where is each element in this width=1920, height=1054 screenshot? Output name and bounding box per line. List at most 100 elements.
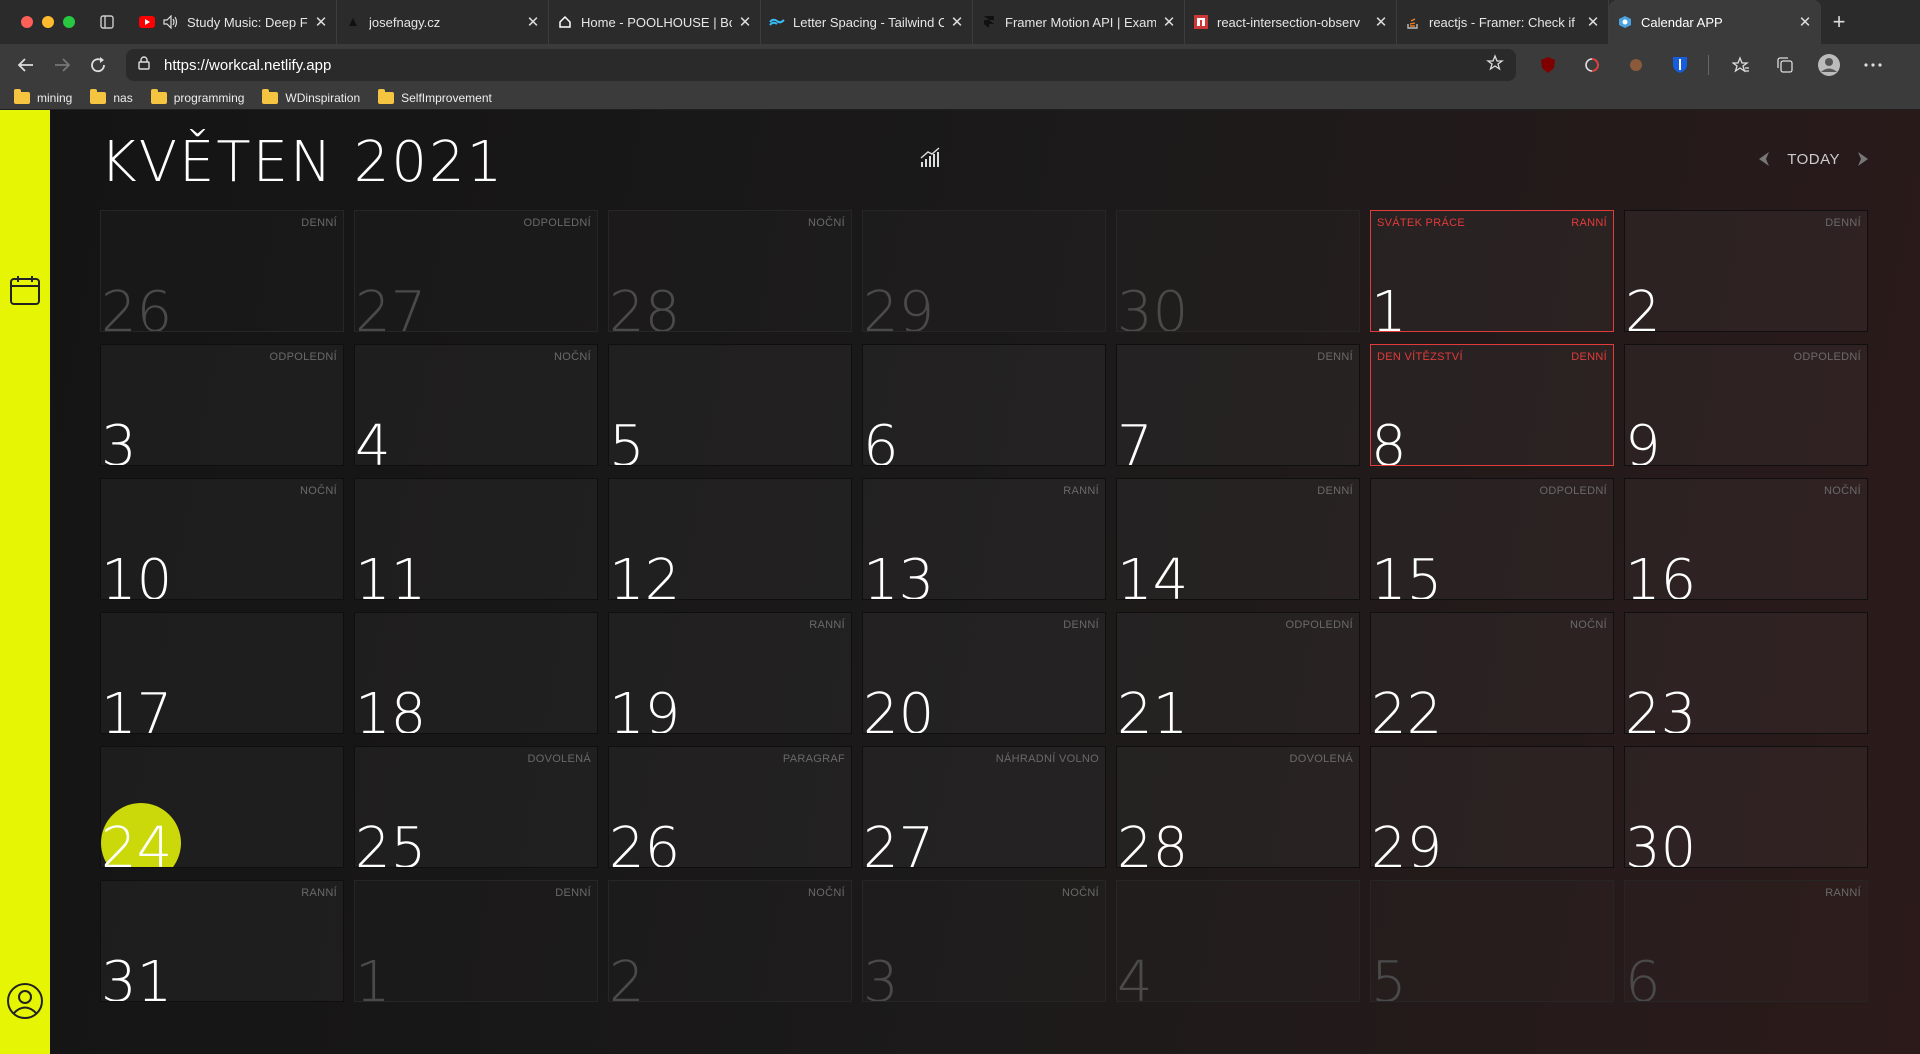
close-tab-icon[interactable]: ✕ (950, 13, 964, 31)
day-cell-today[interactable]: 24 (100, 746, 344, 868)
extension-icon[interactable] (1624, 53, 1648, 77)
day-cell[interactable]: NOČNÍ 3 (862, 880, 1106, 1002)
next-month-button[interactable] (1854, 150, 1872, 168)
bitwarden-icon[interactable] (1668, 53, 1692, 77)
browser-tab[interactable]: Framer Motion API | Examp ✕ (973, 0, 1185, 44)
close-tab-icon[interactable]: ✕ (1586, 13, 1600, 31)
address-bar[interactable]: https://workcal.netlify.app (126, 49, 1516, 81)
day-cell[interactable]: 6 (862, 344, 1106, 466)
user-profile-icon[interactable] (6, 982, 44, 1020)
close-tab-icon[interactable]: ✕ (1798, 13, 1812, 31)
day-cell[interactable]: NOČNÍ 16 (1624, 478, 1868, 600)
browser-tab[interactable]: Letter Spacing - Tailwind C ✕ (761, 0, 973, 44)
day-cell[interactable]: 30 (1624, 746, 1868, 868)
forward-button[interactable] (44, 47, 80, 83)
browser-tab[interactable]: react-intersection-observ ✕ (1185, 0, 1397, 44)
browser-tab[interactable]: Home - POOLHOUSE | Bo ✕ (549, 0, 761, 44)
day-cell[interactable]: ODPOLEDNÍ 9 (1624, 344, 1868, 466)
profile-avatar-icon[interactable] (1817, 53, 1841, 77)
day-cell[interactable]: DENNÍ 20 (862, 612, 1106, 734)
day-number: 5 (609, 414, 645, 466)
more-menu-icon[interactable] (1861, 53, 1885, 77)
day-cell[interactable]: NOČNÍ 2 (608, 880, 852, 1002)
tab-actions-icon[interactable] (97, 12, 117, 32)
shift-label: DENNÍ (1063, 619, 1099, 631)
day-cell[interactable]: SVÁTEK PRÁCE RANNÍ 1 (1370, 210, 1614, 332)
day-cell[interactable]: NÁHRADNÍ VOLNO 27 (862, 746, 1106, 868)
day-cell[interactable]: RANNÍ 19 (608, 612, 852, 734)
day-cell[interactable]: NOČNÍ 4 (354, 344, 598, 466)
day-number: 15 (1371, 548, 1443, 600)
day-cell[interactable]: 11 (354, 478, 598, 600)
shift-label: RANNÍ (1571, 217, 1607, 229)
day-cell[interactable]: 17 (100, 612, 344, 734)
shift-label: DENNÍ (1825, 217, 1861, 229)
favorites-icon[interactable] (1729, 53, 1753, 77)
day-cell[interactable]: RANNÍ 31 (100, 880, 344, 1002)
day-cell[interactable]: DOVOLENÁ 28 (1116, 746, 1360, 868)
reload-button[interactable] (80, 47, 116, 83)
day-cell[interactable]: 30 (1116, 210, 1360, 332)
day-cell[interactable]: RANNÍ 6 (1624, 880, 1868, 1002)
day-cell[interactable]: NOČNÍ 28 (608, 210, 852, 332)
day-cell[interactable]: 29 (1370, 746, 1614, 868)
day-cell[interactable]: NOČNÍ 22 (1370, 612, 1614, 734)
day-cell[interactable]: ODPOLEDNÍ 3 (100, 344, 344, 466)
day-cell[interactable]: DENNÍ 26 (100, 210, 344, 332)
day-cell[interactable]: 5 (1370, 880, 1614, 1002)
ublock-icon[interactable] (1536, 53, 1560, 77)
day-cell[interactable]: ODPOLEDNÍ 27 (354, 210, 598, 332)
browser-tab[interactable]: Study Music: Deep Fo ✕ (131, 0, 337, 44)
browser-tab[interactable]: reactjs - Framer: Check if ✕ (1397, 0, 1609, 44)
day-number: 8 (1371, 414, 1407, 466)
day-cell[interactable]: DENNÍ 7 (1116, 344, 1360, 466)
close-tab-icon[interactable]: ✕ (526, 13, 540, 31)
month-title: KVĚTEN 2021 (100, 130, 505, 195)
close-tab-icon[interactable]: ✕ (738, 13, 752, 31)
day-cell[interactable]: PARAGRAF 26 (608, 746, 852, 868)
day-number: 29 (1371, 816, 1443, 868)
browser-tab-active[interactable]: Calendar APP ✕ (1609, 0, 1821, 44)
bookmark-folder[interactable]: SelfImprovement (378, 88, 492, 105)
day-cell[interactable]: 18 (354, 612, 598, 734)
day-cell[interactable]: 5 (608, 344, 852, 466)
speaker-icon[interactable] (163, 14, 179, 30)
previous-month-button[interactable] (1755, 150, 1773, 168)
day-cell[interactable]: 23 (1624, 612, 1868, 734)
bookmark-folder[interactable]: WDinspiration (262, 88, 360, 105)
day-cell[interactable]: DENNÍ 14 (1116, 478, 1360, 600)
bookmark-folder[interactable]: programming (150, 88, 244, 105)
browser-tab[interactable]: josefnagy.cz ✕ (337, 0, 549, 44)
bookmark-folder[interactable]: nas (90, 88, 133, 105)
bookmark-folder[interactable]: mining (14, 88, 72, 105)
close-tab-icon[interactable]: ✕ (314, 13, 328, 31)
day-number: 3 (101, 414, 137, 466)
day-cell[interactable]: DENNÍ 1 (354, 880, 598, 1002)
day-cell[interactable]: 29 (862, 210, 1106, 332)
day-cell[interactable]: DENNÍ 2 (1624, 210, 1868, 332)
stats-icon[interactable] (918, 146, 942, 170)
bookmark-label: SelfImprovement (401, 90, 492, 105)
calendar-icon[interactable] (9, 274, 41, 306)
maximize-window-button[interactable] (63, 16, 75, 28)
day-cell[interactable]: 12 (608, 478, 852, 600)
add-favorite-icon[interactable] (1486, 54, 1504, 76)
day-cell[interactable]: ODPOLEDNÍ 21 (1116, 612, 1360, 734)
day-cell[interactable]: DOVOLENÁ 25 (354, 746, 598, 868)
day-cell[interactable]: ODPOLEDNÍ 15 (1370, 478, 1614, 600)
day-cell[interactable]: DEN VÍTĚZSTVÍ DENNÍ 8 (1370, 344, 1614, 466)
collections-icon[interactable] (1773, 53, 1797, 77)
minimize-window-button[interactable] (42, 16, 54, 28)
day-cell[interactable]: RANNÍ 13 (862, 478, 1106, 600)
extension-icon[interactable] (1580, 53, 1604, 77)
day-cell[interactable]: 4 (1116, 880, 1360, 1002)
back-button[interactable] (8, 47, 44, 83)
day-number: 14 (1117, 548, 1189, 600)
close-tab-icon[interactable]: ✕ (1374, 13, 1388, 31)
folder-icon (378, 88, 395, 104)
new-tab-button[interactable]: + (1821, 0, 1857, 44)
close-tab-icon[interactable]: ✕ (1162, 13, 1176, 31)
day-cell[interactable]: NOČNÍ 10 (100, 478, 344, 600)
close-window-button[interactable] (21, 16, 33, 28)
today-button[interactable]: TODAY (1787, 151, 1840, 168)
